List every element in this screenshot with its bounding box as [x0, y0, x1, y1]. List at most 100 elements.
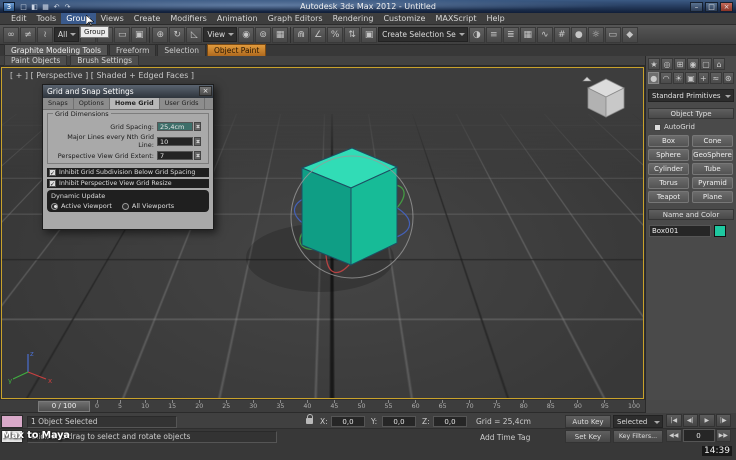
tab-home-grid[interactable]: Home Grid: [109, 98, 160, 109]
selection-set-dropdown[interactable]: Create Selection Se: [378, 27, 468, 42]
cameras-category-icon[interactable]: ▣: [685, 72, 697, 84]
align-icon[interactable]: ≡: [485, 26, 502, 43]
viewcube-home-icon[interactable]: [582, 76, 592, 82]
menu-help[interactable]: Help: [482, 13, 510, 24]
next-frame-button[interactable]: |▶: [715, 414, 731, 427]
minimize-button[interactable]: –: [690, 1, 703, 12]
curve-editor-icon[interactable]: ∿: [536, 26, 553, 43]
modify-tab-icon[interactable]: ◎: [661, 58, 673, 70]
inhibit-resize-checkbox[interactable]: ✓: [49, 180, 56, 188]
tab-user-grids[interactable]: User Grids: [160, 98, 205, 109]
angle-snap-icon[interactable]: ∠: [310, 26, 327, 43]
utilities-tab-icon[interactable]: ⌂: [713, 58, 725, 70]
selection-filter-dropdown[interactable]: All: [54, 27, 80, 42]
z-coord-field[interactable]: 0,0: [433, 416, 467, 427]
dialog-title-bar[interactable]: Grid and Snap Settings ×: [43, 85, 213, 98]
dialog-close-icon[interactable]: ×: [199, 86, 212, 96]
select-scale-icon[interactable]: ◺: [186, 26, 203, 43]
cylinder-button[interactable]: Cylinder: [648, 163, 689, 175]
grid-extent-spinner[interactable]: [194, 151, 201, 160]
time-slider-handle[interactable]: 0 / 100: [38, 401, 90, 412]
torus-button[interactable]: Torus: [648, 177, 689, 189]
tab-options[interactable]: Options: [74, 98, 110, 109]
maximize-button[interactable]: □: [705, 1, 718, 12]
object-type-rollout[interactable]: Object Type: [648, 108, 734, 119]
snap-toggle-icon[interactable]: ⋒: [293, 26, 310, 43]
cone-button[interactable]: Cone: [692, 135, 733, 147]
select-move-icon[interactable]: ⊕: [152, 26, 169, 43]
ref-coord-dropdown[interactable]: View: [203, 27, 238, 42]
display-tab-icon[interactable]: ▢: [700, 58, 712, 70]
geometry-category-icon[interactable]: ●: [648, 72, 660, 84]
pyramid-button[interactable]: Pyramid: [692, 177, 733, 189]
lights-category-icon[interactable]: ☀: [672, 72, 685, 84]
menu-create[interactable]: Create: [129, 13, 166, 24]
add-time-tag[interactable]: Add Time Tag: [480, 433, 530, 442]
save-file-icon[interactable]: ▦: [40, 2, 51, 12]
prev-frame-button[interactable]: ◀|: [682, 414, 698, 427]
material-editor-icon[interactable]: ●: [570, 26, 587, 43]
timeline[interactable]: 0 5 10 15 20 25 30 35 40 45 50 55 60 65 …: [0, 400, 645, 413]
menu-customize[interactable]: Customize: [378, 13, 430, 24]
major-lines-field[interactable]: 10: [157, 136, 193, 146]
object-color-swatch[interactable]: [714, 225, 726, 237]
select-link-icon[interactable]: ∞: [3, 26, 19, 43]
name-color-rollout[interactable]: Name and Color: [648, 209, 734, 220]
y-coord-field[interactable]: 0,0: [382, 416, 416, 427]
teapot-button[interactable]: Teapot: [648, 191, 689, 203]
pivot-center-icon[interactable]: ◉: [238, 26, 255, 43]
object-name-field[interactable]: Box001: [649, 225, 711, 237]
autogrid-checkbox[interactable]: [654, 123, 661, 131]
motion-tab-icon[interactable]: ◉: [687, 58, 699, 70]
rendered-frame-icon[interactable]: ▭: [604, 26, 621, 43]
helpers-category-icon[interactable]: +: [697, 72, 710, 84]
percent-snap-icon[interactable]: %: [327, 26, 344, 43]
x-coord-field[interactable]: 0,0: [331, 416, 365, 427]
space-warps-category-icon[interactable]: ≈: [710, 72, 722, 84]
render-setup-icon[interactable]: ☼: [587, 26, 604, 43]
schematic-view-icon[interactable]: #: [553, 26, 570, 43]
sphere-button[interactable]: Sphere: [648, 149, 689, 161]
menu-tools[interactable]: Tools: [32, 13, 62, 24]
app-logo-icon[interactable]: 3: [3, 1, 15, 12]
open-file-icon[interactable]: ◧: [29, 2, 40, 12]
unlink-icon[interactable]: ≠: [20, 26, 36, 43]
maxscript-listener-macro[interactable]: [1, 415, 23, 428]
menu-maxscript[interactable]: MAXScript: [430, 13, 481, 24]
tube-button[interactable]: Tube: [692, 163, 733, 175]
select-rotate-icon[interactable]: ↻: [169, 26, 186, 43]
box-button[interactable]: Box: [648, 135, 689, 147]
render-production-icon[interactable]: ◆: [621, 26, 638, 43]
ribbon-toggle-icon[interactable]: ▦: [519, 26, 536, 43]
current-frame-field[interactable]: 0: [682, 428, 715, 442]
select-manipulate-icon[interactable]: ⊚: [255, 26, 272, 43]
ribbon-tab-object-paint[interactable]: Object Paint: [207, 44, 267, 56]
layer-manager-icon[interactable]: ≣: [502, 26, 519, 43]
active-viewport-radio[interactable]: Active Viewport: [51, 202, 112, 210]
play-button[interactable]: ▶: [699, 414, 715, 427]
shapes-category-icon[interactable]: ◠: [660, 72, 672, 84]
viewport-label[interactable]: [ + ] [ Perspective ] [ Shaded + Edged F…: [10, 71, 194, 80]
selection-lock-icon[interactable]: [306, 414, 313, 424]
close-button[interactable]: ×: [720, 1, 733, 12]
redo-icon[interactable]: ↷: [62, 2, 73, 12]
bind-space-warp-icon[interactable]: ≀: [37, 26, 53, 43]
grid-spacing-spinner[interactable]: [194, 122, 201, 131]
menu-edit[interactable]: Edit: [6, 13, 32, 24]
viewcube[interactable]: [579, 73, 631, 125]
ribbon-panel-paint-objects[interactable]: Paint Objects: [4, 55, 68, 66]
menu-views[interactable]: Views: [96, 13, 129, 24]
undo-icon[interactable]: ↶: [51, 2, 62, 12]
tab-snaps[interactable]: Snaps: [43, 98, 74, 109]
key-filters-button[interactable]: Key Filters...: [613, 430, 663, 443]
menu-rendering[interactable]: Rendering: [328, 13, 379, 24]
primitives-dropdown[interactable]: Standard Primitives: [648, 89, 734, 102]
set-key-button[interactable]: Set Key: [565, 430, 611, 443]
rewind-button[interactable]: ◀◀: [666, 428, 682, 442]
inhibit-subdivision-checkbox[interactable]: ✓: [49, 169, 56, 177]
geosphere-button[interactable]: GeoSphere: [692, 149, 733, 161]
ribbon-tab-selection[interactable]: Selection: [157, 44, 206, 56]
key-mode-dropdown[interactable]: Selected: [613, 415, 663, 428]
menu-modifiers[interactable]: Modifiers: [165, 13, 212, 24]
menu-animation[interactable]: Animation: [212, 13, 263, 24]
